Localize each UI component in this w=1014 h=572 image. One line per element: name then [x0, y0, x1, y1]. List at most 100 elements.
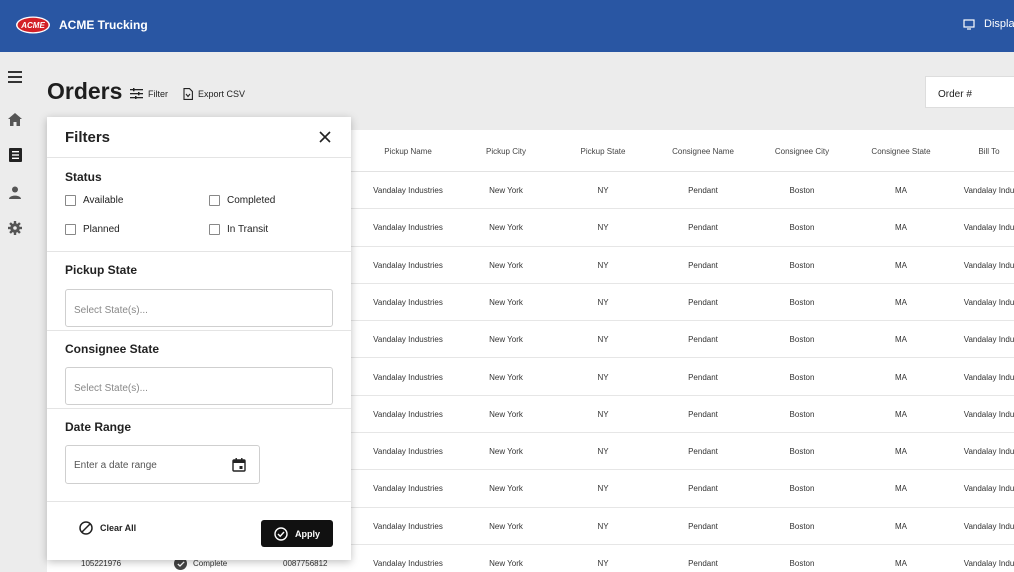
pickup-city-cell: New York	[489, 447, 523, 457]
filters-panel: Filters Status Available Completed Plann…	[47, 117, 351, 560]
status-in-transit-checkbox[interactable]: In Transit	[209, 224, 268, 235]
pickup-city-cell: New York	[489, 372, 523, 382]
export-csv-label: Export CSV	[198, 89, 246, 99]
date-range-placeholder: Enter a date range	[74, 460, 157, 471]
export-csv-button[interactable]: Export CSV	[183, 88, 245, 100]
column-header-consignee-city[interactable]: Consignee City	[775, 147, 829, 156]
monitor-icon	[963, 18, 975, 30]
filter-button[interactable]: Filter	[130, 88, 168, 99]
checkbox-label: Available	[83, 195, 124, 206]
bill-to-cell: Vandalay Indu	[963, 335, 1014, 345]
home-icon[interactable]	[6, 110, 24, 128]
consignee-name-cell: Pendant	[688, 521, 718, 531]
consignee-name-cell: Pendant	[688, 223, 718, 233]
apply-label: Apply	[294, 528, 320, 539]
consignee-state-label: Consignee State	[65, 342, 160, 356]
pickup-name-cell: Vandalay Industries	[373, 186, 443, 195]
pickup-state-select[interactable]: Select State(s)...	[65, 289, 333, 327]
column-header-pickup-city[interactable]: Pickup City	[486, 147, 526, 156]
column-header-bill-to[interactable]: Bill To	[978, 147, 999, 156]
close-icon[interactable]	[315, 127, 335, 147]
status-planned-checkbox[interactable]: Planned	[65, 224, 120, 235]
gear-icon[interactable]	[6, 219, 24, 237]
apply-button[interactable]: Apply	[261, 520, 333, 547]
status-text: Complete	[193, 559, 228, 568]
pickup-name-cell: Vandalay Industries	[373, 521, 443, 531]
filter-sliders-icon	[130, 88, 143, 99]
pickup-state-cell: NY	[597, 260, 609, 270]
consignee-state-cell: MA	[895, 335, 907, 345]
orders-icon[interactable]	[6, 146, 24, 164]
pickup-state-cell: NY	[597, 335, 609, 345]
pickup-name-cell: Vandalay Industries	[373, 335, 443, 345]
status-available-checkbox[interactable]: Available	[65, 195, 123, 206]
user-icon[interactable]	[6, 183, 24, 201]
checkbox-box	[65, 224, 76, 235]
order-number-search[interactable]: Order #	[925, 76, 1014, 108]
status-section-label: Status	[65, 170, 102, 184]
pickup-name-cell: Vandalay Industries	[373, 409, 443, 419]
column-header-pickup-state[interactable]: Pickup State	[581, 147, 626, 156]
date-range-input[interactable]: Enter a date range	[65, 445, 260, 484]
column-header-pickup-name[interactable]: Pickup Name	[384, 147, 432, 156]
pickup-state-cell: NY	[597, 521, 609, 531]
pickup-state-cell: NY	[597, 484, 609, 494]
consignee-state-cell: MA	[895, 372, 907, 382]
pickup-city-cell: New York	[489, 186, 523, 195]
pickup-state-placeholder: Select State(s)...	[74, 305, 148, 316]
consignee-state-cell: MA	[895, 223, 907, 233]
reference-cell: 0087756812	[283, 559, 328, 568]
consignee-name-cell: Pendant	[688, 335, 718, 345]
bill-to-cell: Vandalay Indu	[963, 521, 1014, 531]
pickup-city-cell: New York	[489, 521, 523, 531]
pickup-name-cell: Vandalay Industries	[373, 260, 443, 270]
divider	[47, 408, 351, 409]
consignee-city-cell: Boston	[789, 223, 815, 233]
divider	[47, 157, 351, 158]
pickup-name-cell: Vandalay Industries	[373, 297, 443, 307]
clear-all-button[interactable]: Clear All	[79, 521, 136, 535]
pickup-name-cell: Vandalay Industries	[373, 223, 443, 233]
column-header-consignee-name[interactable]: Consignee Name	[672, 147, 734, 156]
calendar-icon[interactable]	[232, 458, 246, 472]
pickup-state-cell: NY	[597, 409, 609, 419]
pickup-name-cell: Vandalay Industries	[373, 447, 443, 457]
date-range-label: Date Range	[65, 420, 132, 434]
bill-to-cell: Vandalay Indu	[963, 186, 1014, 195]
acme-logo[interactable]: ACME	[15, 16, 51, 34]
order-search-placeholder: Order #	[938, 89, 972, 100]
file-download-icon	[183, 88, 193, 100]
pickup-city-cell: New York	[489, 409, 523, 419]
order-number-cell: 105221976	[81, 559, 122, 568]
divider	[47, 501, 351, 502]
consignee-state-cell: MA	[895, 186, 907, 195]
checkbox-box	[209, 224, 220, 235]
status-completed-checkbox[interactable]: Completed	[209, 195, 275, 206]
logo-text: ACME	[20, 21, 45, 30]
menu-icon[interactable]	[6, 68, 24, 86]
column-header-consignee-state[interactable]: Consignee State	[871, 147, 930, 156]
display-button[interactable]: Display	[963, 18, 1014, 30]
consignee-state-cell: MA	[895, 521, 907, 531]
consignee-state-cell: MA	[895, 297, 907, 307]
block-icon	[79, 521, 93, 535]
divider	[47, 330, 351, 331]
consignee-name-cell: Pendant	[688, 372, 718, 382]
pickup-city-cell: New York	[489, 335, 523, 345]
pickup-city-cell: New York	[489, 484, 523, 494]
consignee-state-cell: MA	[895, 447, 907, 457]
checkbox-box	[209, 195, 220, 206]
side-rail	[0, 52, 31, 572]
pickup-state-cell: NY	[597, 447, 609, 457]
clear-all-label: Clear All	[100, 523, 137, 533]
consignee-city-cell: Boston	[789, 372, 815, 382]
check-circle-outline-icon	[274, 526, 288, 541]
app-title: ACME Trucking	[59, 18, 148, 32]
pickup-state-cell: NY	[597, 297, 609, 307]
consignee-name-cell: Pendant	[688, 447, 718, 457]
checkbox-box	[65, 195, 76, 206]
bill-to-cell: Vandalay Indu	[963, 484, 1014, 494]
consignee-state-select[interactable]: Select State(s)...	[65, 367, 333, 405]
bill-to-cell: Vandalay Indu	[963, 447, 1014, 457]
pickup-city-cell: New York	[489, 297, 523, 307]
